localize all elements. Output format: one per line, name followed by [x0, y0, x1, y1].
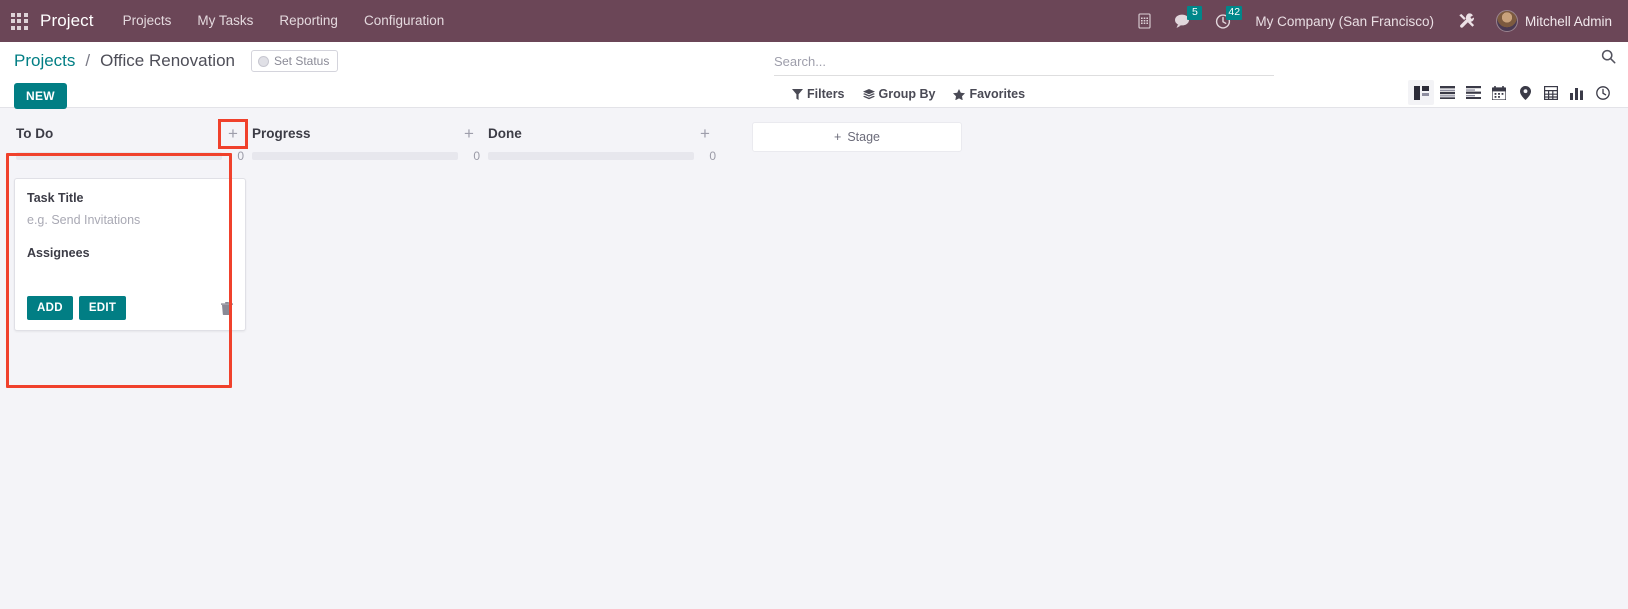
group-by-button[interactable]: Group By: [862, 87, 936, 101]
kanban-progress-bar[interactable]: [16, 152, 222, 160]
filters-button[interactable]: Filters: [792, 87, 845, 101]
search-input[interactable]: [774, 52, 1274, 71]
activities-count-badge: 42: [1226, 6, 1243, 20]
add-stage-label: Stage: [847, 130, 880, 144]
user-menu[interactable]: Mitchell Admin: [1486, 10, 1620, 32]
list-icon: [1439, 86, 1455, 99]
breadcrumb: Projects / Office Renovation Set Status: [14, 48, 774, 74]
graph-icon: [1570, 87, 1583, 100]
kanban-column-done: Done + 0: [486, 118, 718, 204]
task-title-label: Task Title: [27, 191, 84, 205]
kanban-column-body: Task Title Assignees ADD EDIT: [14, 164, 246, 331]
apps-grid-icon[interactable]: [6, 8, 32, 34]
nav-item-reporting[interactable]: Reporting: [266, 0, 351, 42]
group-by-label: Group By: [878, 87, 936, 101]
set-status-label: Set Status: [273, 54, 330, 68]
view-button-graph[interactable]: [1564, 80, 1590, 105]
page-title: Office Renovation: [100, 51, 235, 70]
kanban-column-progress: Progress + 0: [250, 118, 482, 204]
kanban-column-count: 0: [237, 149, 244, 163]
kanban-column-title: Progress: [252, 126, 311, 141]
favorites-button[interactable]: Favorites: [953, 87, 1025, 101]
quick-create-actions: ADD EDIT: [27, 296, 233, 320]
nav-item-configuration[interactable]: Configuration: [351, 0, 457, 42]
filter-funnel-icon: [792, 88, 803, 100]
search-box[interactable]: [774, 52, 1274, 76]
control-panel-left: Projects / Office Renovation Set Status …: [14, 48, 774, 109]
kanban-progress-bar[interactable]: [252, 152, 458, 160]
kanban-column-body: [250, 164, 482, 204]
calendar-icon: [1492, 85, 1506, 100]
view-button-pivot[interactable]: [1538, 80, 1564, 105]
view-button-clock[interactable]: [1590, 80, 1616, 105]
messages-icon[interactable]: 5: [1163, 0, 1204, 42]
edit-button[interactable]: EDIT: [78, 296, 127, 320]
pivot-table-icon: [1544, 85, 1558, 100]
kanban-column-progress-row: 0: [486, 146, 718, 164]
view-button-map[interactable]: [1512, 80, 1538, 105]
add-task-plus-icon[interactable]: +: [458, 123, 480, 145]
search-dropdown-buttons: Filters Group By Favorites: [774, 87, 1274, 101]
status-dot-icon: [257, 55, 269, 67]
kanban-column-to-do: To Do + 0 Task Title Assignees ADD EDIT: [14, 118, 248, 331]
nav-item-my-tasks[interactable]: My Tasks: [184, 0, 266, 42]
layers-icon: [862, 88, 875, 99]
phone-icon[interactable]: [1126, 0, 1163, 42]
new-button[interactable]: NEW: [14, 83, 67, 109]
navbar-right-group: 5 42 My Company (San Francisco) Mitchell…: [1126, 0, 1620, 42]
app-brand-project[interactable]: Project: [38, 11, 110, 31]
view-switcher: [1408, 80, 1616, 105]
trash-icon[interactable]: [221, 301, 233, 315]
kanban-column-title: Done: [488, 126, 522, 141]
company-selector[interactable]: My Company (San Francisco): [1243, 14, 1446, 29]
quick-create-card: Task Title Assignees ADD EDIT: [14, 178, 246, 331]
set-status-button[interactable]: Set Status: [250, 50, 339, 72]
kanban-column-header: To Do +: [14, 118, 248, 149]
add-task-plus-icon[interactable]: +: [694, 123, 716, 145]
messages-count-badge: 5: [1187, 6, 1203, 20]
kanban-board: To Do + 0 Task Title Assignees ADD EDIT: [0, 108, 1628, 388]
filters-label: Filters: [807, 87, 845, 101]
search-area: Filters Group By Favorites: [774, 52, 1274, 101]
kanban-column-progress-row: 0: [14, 146, 246, 164]
user-name-label: Mitchell Admin: [1524, 13, 1612, 29]
activities-clock-icon[interactable]: 42: [1204, 0, 1243, 42]
kanban-column-header: Progress +: [250, 118, 482, 146]
breadcrumb-separator: /: [85, 51, 91, 70]
assignees-input[interactable]: [27, 260, 233, 284]
kanban-column-header: Done +: [486, 118, 718, 146]
search-icon[interactable]: [1601, 49, 1616, 69]
avatar: [1495, 10, 1518, 32]
kanban-column-title: To Do: [16, 126, 54, 141]
breadcrumb-projects-link[interactable]: Projects: [14, 51, 75, 71]
view-button-kanban[interactable]: [1408, 80, 1434, 105]
wrench-tools-icon[interactable]: [1446, 0, 1486, 42]
kanban-column-count: 0: [709, 149, 716, 163]
plus-icon: +: [834, 130, 842, 144]
kanban-icon: [1413, 85, 1429, 100]
map-pin-icon: [1519, 85, 1531, 100]
top-navbar: Project Projects My Tasks Reporting Conf…: [0, 0, 1628, 42]
add-task-plus-icon[interactable]: +: [218, 118, 248, 149]
add-stage-button[interactable]: + Stage: [752, 122, 962, 152]
view-button-list[interactable]: [1434, 80, 1460, 105]
add-stage-column: + Stage: [752, 118, 962, 152]
assignees-label: Assignees: [27, 246, 90, 260]
clock-icon: [1596, 85, 1610, 100]
favorites-label: Favorites: [969, 87, 1026, 101]
star-icon: [953, 88, 966, 100]
kanban-column-progress-row: 0: [250, 146, 482, 164]
task-title-input[interactable]: [27, 212, 233, 228]
view-button-calendar[interactable]: [1486, 80, 1512, 105]
add-button[interactable]: ADD: [27, 296, 73, 320]
kanban-column-body: [486, 164, 718, 204]
control-panel: Projects / Office Renovation Set Status …: [0, 42, 1628, 109]
activity-icon: [1465, 86, 1481, 99]
nav-item-projects[interactable]: Projects: [110, 0, 185, 42]
kanban-progress-bar[interactable]: [488, 152, 694, 160]
view-button-activity[interactable]: [1460, 80, 1486, 105]
kanban-column-count: 0: [473, 149, 480, 163]
